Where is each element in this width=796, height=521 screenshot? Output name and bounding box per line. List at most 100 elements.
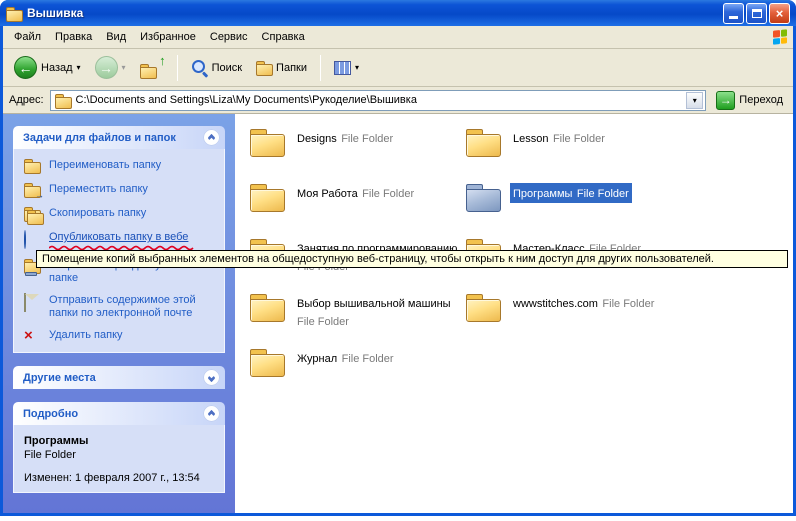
task-link[interactable]: Удалить папку	[49, 329, 123, 342]
back-label: Назад	[41, 62, 73, 74]
task-rename-folder[interactable]: Переименовать папку	[24, 159, 218, 174]
search-label: Поиск	[212, 62, 242, 74]
folder-icon	[249, 293, 285, 321]
collapse-chevron-icon[interactable]	[203, 405, 220, 422]
file-column-2: Lesson File Folder Программы File Folder…	[465, 128, 680, 321]
forward-button[interactable]: → ▾	[90, 53, 131, 82]
task-pane: Задачи для файлов и папок Переименовать …	[3, 114, 235, 513]
file-item-wwwstitches[interactable]: wwwstitches.com File Folder	[465, 293, 680, 321]
file-list-area: Designs File Folder Моя Работа File Fold…	[235, 114, 793, 513]
menu-edit[interactable]: Правка	[48, 28, 99, 46]
other-places-header[interactable]: Другие места	[13, 366, 225, 389]
task-move-folder[interactable]: → Переместить папку	[24, 183, 218, 198]
window-folder-icon	[6, 7, 22, 20]
window-controls: ×	[723, 3, 790, 24]
go-button[interactable]: → Переход	[712, 89, 787, 112]
tasks-section: Задачи для файлов и папок Переименовать …	[13, 126, 225, 353]
menu-tools[interactable]: Сервис	[203, 28, 255, 46]
task-link[interactable]: Опубликовать папку в вебе	[49, 231, 199, 244]
task-link[interactable]: Скопировать папку	[49, 207, 146, 220]
other-places-section: Другие места	[13, 366, 225, 389]
expand-chevron-icon[interactable]	[203, 369, 220, 386]
file-item-lesson[interactable]: Lesson File Folder	[465, 128, 680, 156]
address-input[interactable]: C:\Documents and Settings\Liza\My Docume…	[50, 90, 707, 111]
folder-icon	[249, 128, 285, 156]
file-item-designs[interactable]: Designs File Folder	[249, 128, 454, 156]
details-item-type: File Folder	[24, 449, 218, 461]
toolbar-separator	[177, 55, 178, 81]
file-name: Выбор вышивальной машины	[297, 298, 451, 310]
minimize-button[interactable]	[723, 3, 744, 24]
folder-icon	[465, 128, 501, 156]
file-name: Designs	[297, 133, 337, 145]
content-area: Задачи для файлов и папок Переименовать …	[3, 114, 793, 513]
details-title: Подробно	[23, 408, 78, 420]
up-folder-icon: ↑	[140, 58, 164, 77]
folder-icon-selected	[465, 183, 501, 211]
task-link[interactable]: Переименовать папку	[49, 159, 161, 172]
windows-logo-icon	[771, 28, 789, 46]
address-dropdown[interactable]: ▾	[686, 92, 703, 109]
search-icon	[191, 59, 208, 76]
file-type: File Folder	[553, 133, 605, 145]
back-dropdown-icon[interactable]: ▾	[77, 63, 81, 72]
folders-label: Папки	[276, 62, 307, 74]
task-delete-folder[interactable]: × Удалить папку	[24, 329, 218, 344]
current-folder-icon	[55, 94, 71, 107]
file-type: File Folder	[341, 133, 393, 145]
details-header[interactable]: Подробно	[13, 402, 225, 425]
close-button[interactable]: ×	[769, 3, 790, 24]
views-button[interactable]: ▾	[329, 58, 364, 78]
copy-folder-icon	[24, 207, 42, 222]
task-link[interactable]: Переместить папку	[49, 183, 148, 196]
views-dropdown-icon[interactable]: ▾	[355, 63, 359, 72]
file-item-moya-rabota[interactable]: Моя Работа File Folder	[249, 183, 454, 211]
address-label: Адрес:	[9, 94, 44, 106]
back-button[interactable]: ← Назад ▾	[9, 53, 86, 82]
tooltip: Помещение копий выбранных элементов на о…	[36, 250, 788, 268]
collapse-chevron-icon[interactable]	[203, 129, 220, 146]
title-bar: Вышивка ×	[0, 0, 796, 26]
menu-help[interactable]: Справка	[255, 28, 312, 46]
toolbar: ← Назад ▾ → ▾ ↑ Поиск Папки ▾	[3, 49, 793, 87]
back-icon: ←	[14, 56, 37, 79]
folder-icon	[465, 293, 501, 321]
file-item-zhurnal[interactable]: Журнал File Folder	[249, 348, 454, 376]
tasks-section-header[interactable]: Задачи для файлов и папок	[13, 126, 225, 149]
menu-view[interactable]: Вид	[99, 28, 133, 46]
task-copy-folder[interactable]: Скопировать папку	[24, 207, 218, 222]
rename-folder-icon	[24, 159, 42, 174]
toolbar-separator	[320, 55, 321, 81]
views-icon	[334, 61, 351, 75]
up-button[interactable]: ↑	[135, 55, 169, 80]
file-name: Журнал	[297, 353, 337, 365]
menu-file[interactable]: Файл	[7, 28, 48, 46]
go-arrow-icon: →	[716, 91, 735, 110]
forward-dropdown-icon[interactable]: ▾	[122, 63, 126, 72]
file-type: File Folder	[362, 188, 414, 200]
file-name: wwwstitches.com	[513, 298, 598, 310]
file-name: Моя Работа	[297, 188, 358, 200]
maximize-button[interactable]	[746, 3, 767, 24]
file-type: File Folder	[577, 188, 629, 200]
task-link[interactable]: Отправить содержимое этой папки по элект…	[49, 294, 218, 320]
delete-icon: ×	[24, 329, 42, 344]
file-type: File Folder	[342, 353, 394, 365]
file-item-vybor-mashiny[interactable]: Выбор вышивальной машины File Folder	[249, 293, 454, 321]
move-folder-icon: →	[24, 183, 42, 198]
details-body: Программы File Folder Изменен: 1 февраля…	[13, 425, 225, 493]
address-path: C:\Documents and Settings\Liza\My Docume…	[76, 94, 682, 106]
explorer-window: Вышивка × Файл Правка Вид Избранное Серв…	[0, 0, 796, 516]
details-item-modified: Изменен: 1 февраля 2007 г., 13:54	[24, 472, 218, 484]
file-type: File Folder	[602, 298, 654, 310]
task-email-folder[interactable]: Отправить содержимое этой папки по элект…	[24, 294, 218, 320]
folder-icon	[249, 183, 285, 211]
search-button[interactable]: Поиск	[186, 56, 247, 79]
task-publish-folder-web[interactable]: Опубликовать папку в вебе	[24, 231, 218, 250]
file-type: File Folder	[297, 316, 349, 328]
file-item-programmy-selected[interactable]: Программы File Folder	[465, 183, 680, 211]
menu-favorites[interactable]: Избранное	[133, 28, 203, 46]
email-icon	[24, 294, 42, 309]
folders-button[interactable]: Папки	[251, 58, 312, 77]
tasks-section-title: Задачи для файлов и папок	[23, 132, 176, 144]
